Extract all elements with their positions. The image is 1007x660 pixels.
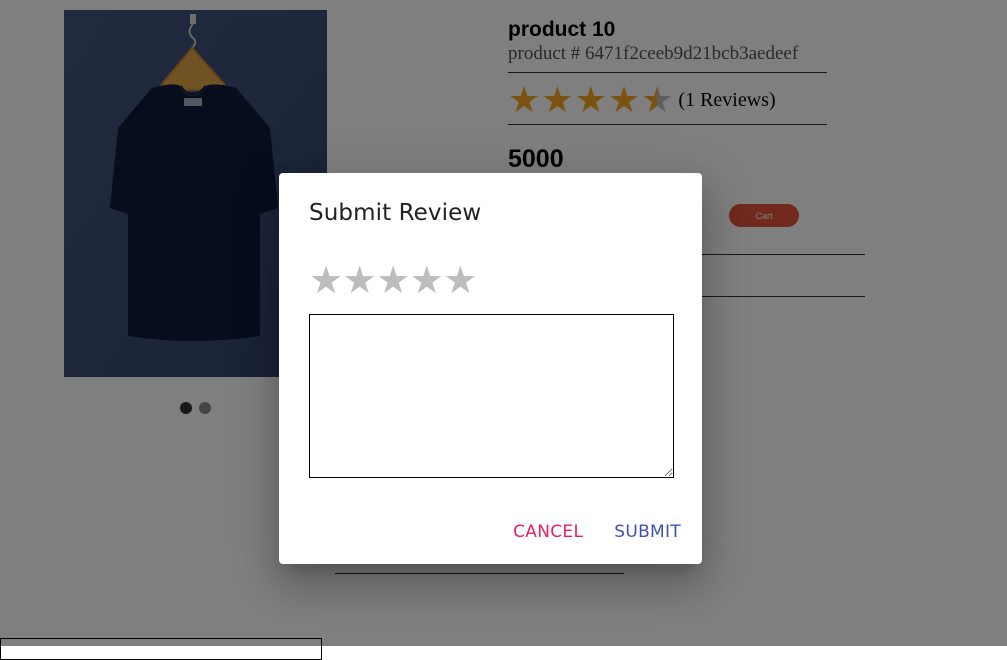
rating-star-5-icon[interactable]: ★ (443, 262, 477, 300)
rating-star-2-icon[interactable]: ★ (343, 262, 377, 300)
cancel-button[interactable]: CANCEL (513, 522, 583, 542)
submit-review-dialog: Submit Review ★ ★ ★ ★ ★ CANCEL SUBMIT (279, 173, 702, 564)
dialog-actions: CANCEL SUBMIT (513, 522, 681, 542)
submit-button[interactable]: SUBMIT (614, 522, 681, 542)
rating-input[interactable]: ★ ★ ★ ★ ★ (309, 262, 477, 300)
review-textarea[interactable] (309, 314, 674, 478)
dialog-title: Submit Review (309, 200, 482, 226)
rating-star-1-icon[interactable]: ★ (309, 262, 343, 300)
rating-star-3-icon[interactable]: ★ (376, 262, 410, 300)
rating-star-4-icon[interactable]: ★ (410, 262, 444, 300)
